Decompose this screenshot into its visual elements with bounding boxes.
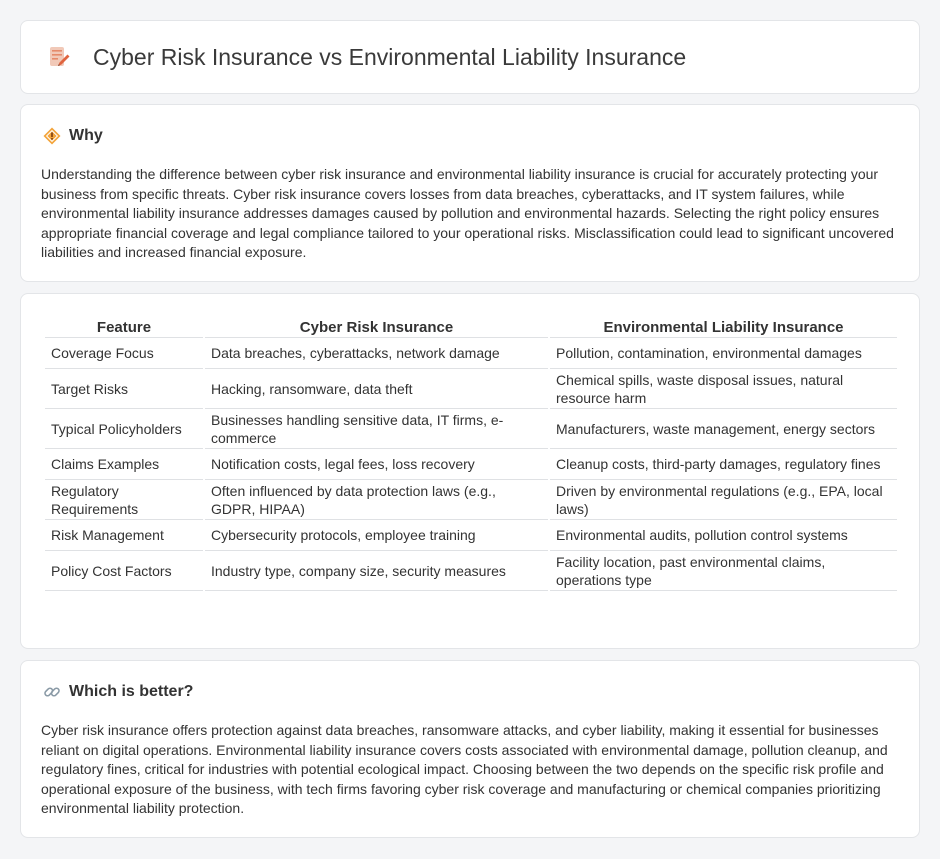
page-title: Cyber Risk Insurance vs Environmental Li…: [93, 43, 687, 70]
link-icon: [44, 687, 60, 697]
table-cell: Policy Cost Factors: [45, 551, 203, 591]
table-header-row: Feature Cyber Risk Insurance Environment…: [45, 316, 897, 338]
table-row: Policy Cost Factors Industry type, compa…: [45, 551, 897, 591]
table-row: Target Risks Hacking, ransomware, data t…: [45, 369, 897, 409]
table-cell: Businesses handling sensitive data, IT f…: [205, 409, 548, 449]
table-cell: Coverage Focus: [45, 338, 203, 369]
comparison-card: Feature Cyber Risk Insurance Environment…: [20, 293, 920, 649]
which-is-better-text: Cyber risk insurance offers protection a…: [41, 722, 888, 817]
table-row: Regulatory Requirements Often influenced…: [45, 480, 897, 520]
table-cell: Notification costs, legal fees, loss rec…: [205, 449, 548, 480]
table-row: Claims Examples Notification costs, lega…: [45, 449, 897, 480]
header-feature: Feature: [45, 316, 203, 338]
why-title: Why: [69, 127, 103, 144]
header-card: Cyber Risk Insurance vs Environmental Li…: [20, 20, 920, 94]
table-cell: Cybersecurity protocols, employee traini…: [205, 520, 548, 551]
table-cell: Typical Policyholders: [45, 409, 203, 449]
table-row: Typical Policyholders Businesses handlin…: [45, 409, 897, 449]
table-cell: Manufacturers, waste management, energy …: [550, 409, 897, 449]
table-cell: Pollution, contamination, environmental …: [550, 338, 897, 369]
table-cell: Target Risks: [45, 369, 203, 409]
table-cell: Industry type, company size, security me…: [205, 551, 548, 591]
table-cell: Data breaches, cyberattacks, network dam…: [205, 338, 548, 369]
table-row: Risk Management Cybersecurity protocols,…: [45, 520, 897, 551]
table-cell: Chemical spills, waste disposal issues, …: [550, 369, 897, 409]
table-cell: Environmental audits, pollution control …: [550, 520, 897, 551]
table-cell: Hacking, ransomware, data theft: [205, 369, 548, 409]
table-cell: Facility location, past environmental cl…: [550, 551, 897, 591]
diamond-sign-icon: [43, 127, 61, 145]
header-environmental: Environmental Liability Insurance: [550, 316, 897, 338]
header-cyber: Cyber Risk Insurance: [205, 316, 548, 338]
table-cell: Risk Management: [45, 520, 203, 551]
table-cell: Claims Examples: [45, 449, 203, 480]
table-row: Coverage Focus Data breaches, cyberattac…: [45, 338, 897, 369]
table-cell: Cleanup costs, third-party damages, regu…: [550, 449, 897, 480]
which-is-better-section: Which is better? Cyber risk insurance of…: [20, 660, 920, 838]
table-cell: Driven by environmental regulations (e.g…: [550, 480, 897, 520]
document-pencil-icon: [50, 47, 70, 66]
why-section: Why Understanding the difference between…: [20, 104, 920, 282]
why-text: Understanding the difference between cyb…: [41, 166, 894, 261]
which-is-better-title: Which is better?: [69, 683, 194, 700]
table-cell: Regulatory Requirements: [45, 480, 203, 520]
comparison-table: Feature Cyber Risk Insurance Environment…: [43, 316, 899, 591]
table-cell: Often influenced by data protection laws…: [205, 480, 548, 520]
